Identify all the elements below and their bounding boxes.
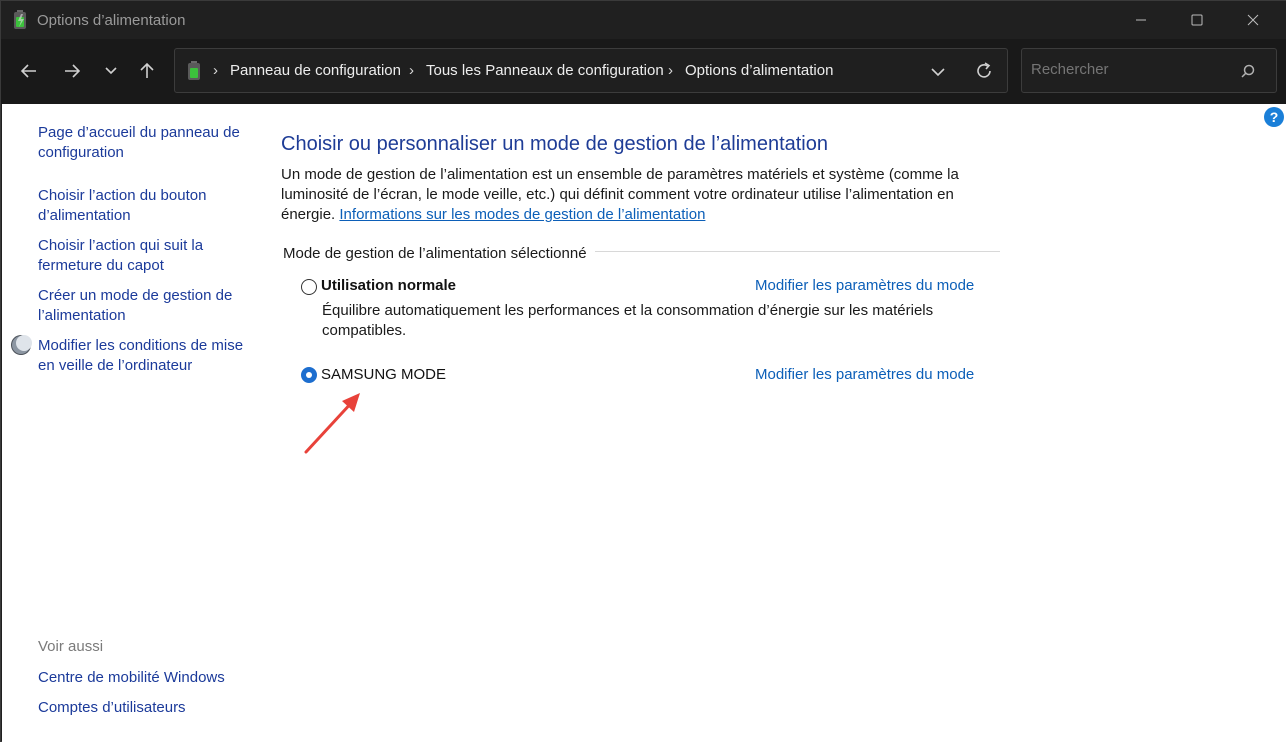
- forward-button[interactable]: [58, 57, 86, 85]
- selected-plan-section-label: Mode de gestion de l’alimentation sélect…: [283, 245, 595, 262]
- change-plan-settings-link-normal[interactable]: Modifier les paramètres du mode: [755, 277, 974, 294]
- plan-name-samsung[interactable]: SAMSUNG MODE: [321, 366, 446, 383]
- page-description: Un mode de gestion de l’alimentation est…: [281, 165, 981, 225]
- plan-description-normal: Équilibre automatiquement les performanc…: [322, 302, 934, 339]
- plan-radio-samsung[interactable]: [301, 367, 317, 383]
- sidebar-link-control-panel-home[interactable]: Page d’accueil du panneau de configurati…: [38, 123, 248, 163]
- sidebar-link-sleep-settings[interactable]: Modifier les conditions de mise en veill…: [38, 336, 248, 376]
- breadcrumb-control-panel[interactable]: Panneau de configuration: [230, 62, 401, 79]
- annotation-arrow-icon: [304, 393, 360, 454]
- address-dropdown-icon[interactable]: [927, 61, 949, 83]
- recent-locations-button[interactable]: [97, 57, 125, 85]
- refresh-icon[interactable]: [973, 60, 995, 82]
- plan-name-normal[interactable]: Utilisation normale: [321, 277, 456, 294]
- search-box[interactable]: [1021, 48, 1277, 93]
- close-icon: [1247, 14, 1259, 26]
- up-button[interactable]: [133, 57, 161, 85]
- see-also-heading: Voir aussi: [38, 638, 104, 655]
- maximize-button[interactable]: [1169, 1, 1225, 39]
- breadcrumb-separator-icon: ›: [213, 62, 218, 79]
- battery-location-icon: [188, 61, 200, 80]
- chevron-down-icon: [105, 67, 117, 75]
- battery-app-icon: [14, 10, 26, 29]
- address-bar[interactable]: › Panneau de configuration › Tous les Pa…: [174, 48, 1008, 93]
- arrow-right-icon: [65, 64, 81, 78]
- power-plans-info-link[interactable]: Informations sur les modes de gestion de…: [339, 206, 705, 223]
- sidebar-link-lid-close-action[interactable]: Choisir l’action qui suit la fermeture d…: [38, 236, 248, 276]
- navigation-bar: › Panneau de configuration › Tous les Pa…: [1, 39, 1286, 104]
- sleep-moon-icon: [11, 335, 32, 355]
- arrow-up-icon: [140, 62, 154, 78]
- search-icon: [1241, 64, 1255, 78]
- breadcrumb-all-control-panels[interactable]: Tous les Panneaux de configuration: [426, 62, 664, 79]
- breadcrumb-separator-icon: ›: [668, 62, 673, 79]
- close-button[interactable]: [1225, 1, 1281, 39]
- see-also-link-mobility-center[interactable]: Centre de mobilité Windows: [38, 668, 248, 688]
- content-area: ? Page d’accueil du panneau de configura…: [2, 104, 1286, 742]
- minimize-icon: [1136, 19, 1146, 21]
- title-bar: Options d’alimentation: [1, 1, 1286, 39]
- power-options-window: Options d’alimentation › Panneau de conf…: [0, 0, 1286, 742]
- see-also-link-user-accounts[interactable]: Comptes d’utilisateurs: [38, 698, 248, 718]
- breadcrumb-separator-icon: ›: [409, 62, 414, 79]
- page-title: Choisir ou personnaliser un mode de gest…: [281, 133, 828, 155]
- maximize-icon: [1191, 14, 1203, 26]
- search-input[interactable]: [1031, 61, 1231, 78]
- help-icon[interactable]: ?: [1264, 107, 1284, 127]
- window-title: Options d’alimentation: [37, 12, 186, 29]
- sidebar-link-create-power-plan[interactable]: Créer un mode de gestion de l’alimentati…: [38, 286, 248, 326]
- breadcrumb-power-options[interactable]: Options d’alimentation: [685, 62, 833, 79]
- back-button[interactable]: [15, 57, 43, 85]
- change-plan-settings-link-samsung[interactable]: Modifier les paramètres du mode: [755, 366, 974, 383]
- minimize-button[interactable]: [1113, 1, 1169, 39]
- arrow-left-icon: [20, 64, 36, 78]
- plan-radio-normal[interactable]: [301, 279, 317, 295]
- sidebar-link-power-button-action[interactable]: Choisir l’action du bouton d’alimentatio…: [38, 186, 248, 226]
